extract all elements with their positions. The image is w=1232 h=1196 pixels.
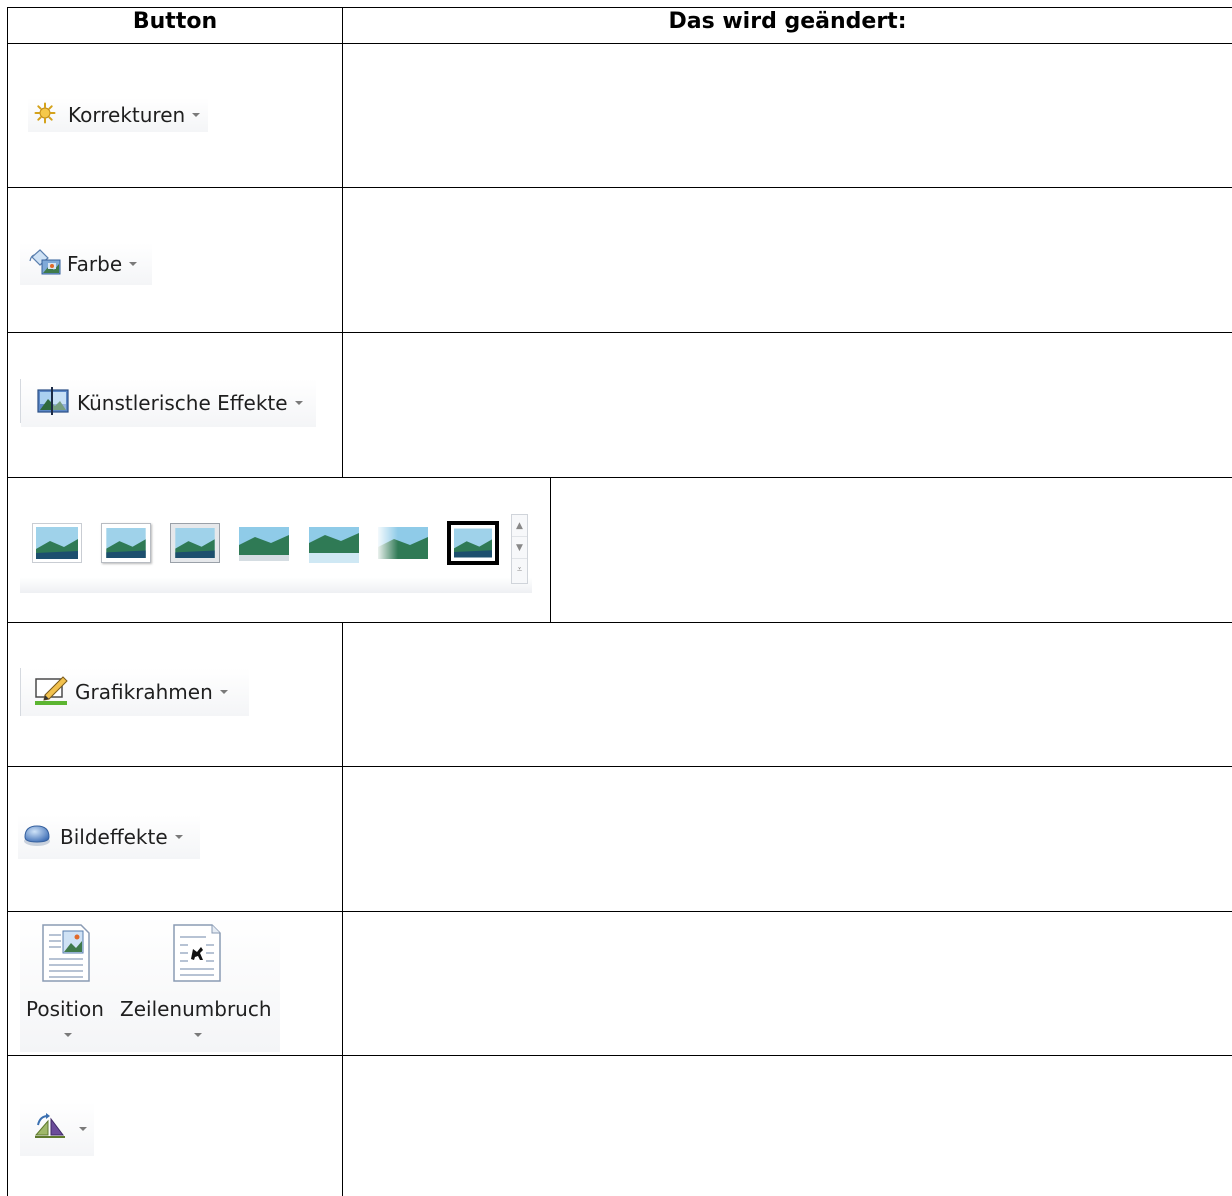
- picture-style-thumbnail-2[interactable]: [101, 523, 151, 563]
- table-border-left: [7, 7, 8, 1196]
- landscape-picture-icon: [378, 527, 428, 559]
- korrekturen-button[interactable]: Korrekturen: [28, 98, 209, 132]
- header-changes: Das wird geändert:: [668, 9, 907, 34]
- changes-cell-farbe: [343, 188, 1232, 332]
- sun-brightness-icon: [34, 102, 56, 129]
- dropdown-arrow-icon: [219, 690, 228, 694]
- dropdown-arrow-icon: [64, 1033, 72, 1037]
- landscape-picture-icon: [239, 527, 289, 561]
- dropdown-arrow-icon: [294, 401, 303, 405]
- changes-cell-grafikrahmen: [343, 623, 1232, 766]
- landscape-picture-icon: [106, 528, 146, 558]
- kuenstlerische-effekte-label: Künstlerische Effekte: [77, 391, 288, 415]
- grafikrahmen-label: Grafikrahmen: [75, 680, 213, 704]
- landscape-picture-icon: [454, 528, 492, 558]
- picture-style-thumbnail-6[interactable]: [378, 523, 428, 563]
- picture-style-thumbnail-7[interactable]: [447, 521, 499, 565]
- farbe-button[interactable]: Farbe: [20, 243, 152, 285]
- text-wrap-page-icon: [172, 923, 222, 988]
- changes-cell-bildeffekte: [343, 767, 1232, 911]
- color-paint-icon: [28, 247, 64, 282]
- changes-cell-bildformatvorlagen: [551, 478, 1232, 622]
- gallery-more-icon[interactable]: ⩡: [512, 559, 527, 581]
- changes-cell-effekte: [343, 333, 1232, 477]
- picture-border-pencil-icon: [33, 674, 69, 711]
- farbe-label: Farbe: [67, 252, 123, 276]
- korrekturen-label: Korrekturen: [68, 103, 186, 127]
- dropdown-arrow-icon: [194, 1033, 202, 1037]
- bildeffekte-button[interactable]: Bildeffekte: [18, 815, 200, 859]
- changes-cell-korrekturen: [343, 44, 1232, 187]
- dropdown-arrow-icon: [174, 835, 183, 839]
- rotate-button[interactable]: [20, 1102, 94, 1156]
- rotate-icon: [30, 1111, 70, 1148]
- landscape-picture-icon: [175, 528, 215, 558]
- artistic-effects-icon: [35, 385, 73, 422]
- bildeffekte-label: Bildeffekte: [60, 825, 168, 849]
- zeilenumbruch-label: Zeilenumbruch: [120, 997, 272, 1021]
- changes-cell-position: [343, 912, 1232, 1055]
- kuenstlerische-effekte-button[interactable]: Künstlerische Effekte: [21, 379, 316, 427]
- dropdown-arrow-icon: [79, 1127, 87, 1131]
- picture-style-thumbnail-3[interactable]: [170, 523, 220, 563]
- picture-effects-icon: [22, 822, 52, 853]
- position-page-icon: [41, 923, 91, 988]
- dropdown-arrow-icon: [192, 113, 201, 117]
- header-button: Button: [132, 9, 218, 34]
- picture-style-thumbnail-4[interactable]: [239, 523, 289, 563]
- scroll-up-icon[interactable]: ▲: [512, 515, 527, 537]
- zeilenumbruch-button[interactable]: Zeilenumbruch: [120, 915, 280, 1052]
- changes-cell-drehen: [343, 1056, 1232, 1196]
- picture-style-thumbnail-5[interactable]: [309, 523, 359, 563]
- picture-style-thumbnail-1[interactable]: [32, 523, 82, 563]
- landscape-picture-icon: [36, 527, 78, 559]
- landscape-picture-icon: [309, 527, 359, 563]
- dropdown-arrow-icon: [129, 262, 138, 266]
- position-button[interactable]: Position: [20, 915, 116, 1052]
- scroll-down-icon[interactable]: ▼: [512, 537, 527, 559]
- grafikrahmen-button[interactable]: Grafikrahmen: [21, 668, 249, 716]
- position-wrap-group: Position Zeilenumbruch: [20, 915, 280, 1052]
- position-label: Position: [26, 997, 104, 1021]
- gallery-scrollbar[interactable]: ▲ ▼ ⩡: [511, 514, 528, 584]
